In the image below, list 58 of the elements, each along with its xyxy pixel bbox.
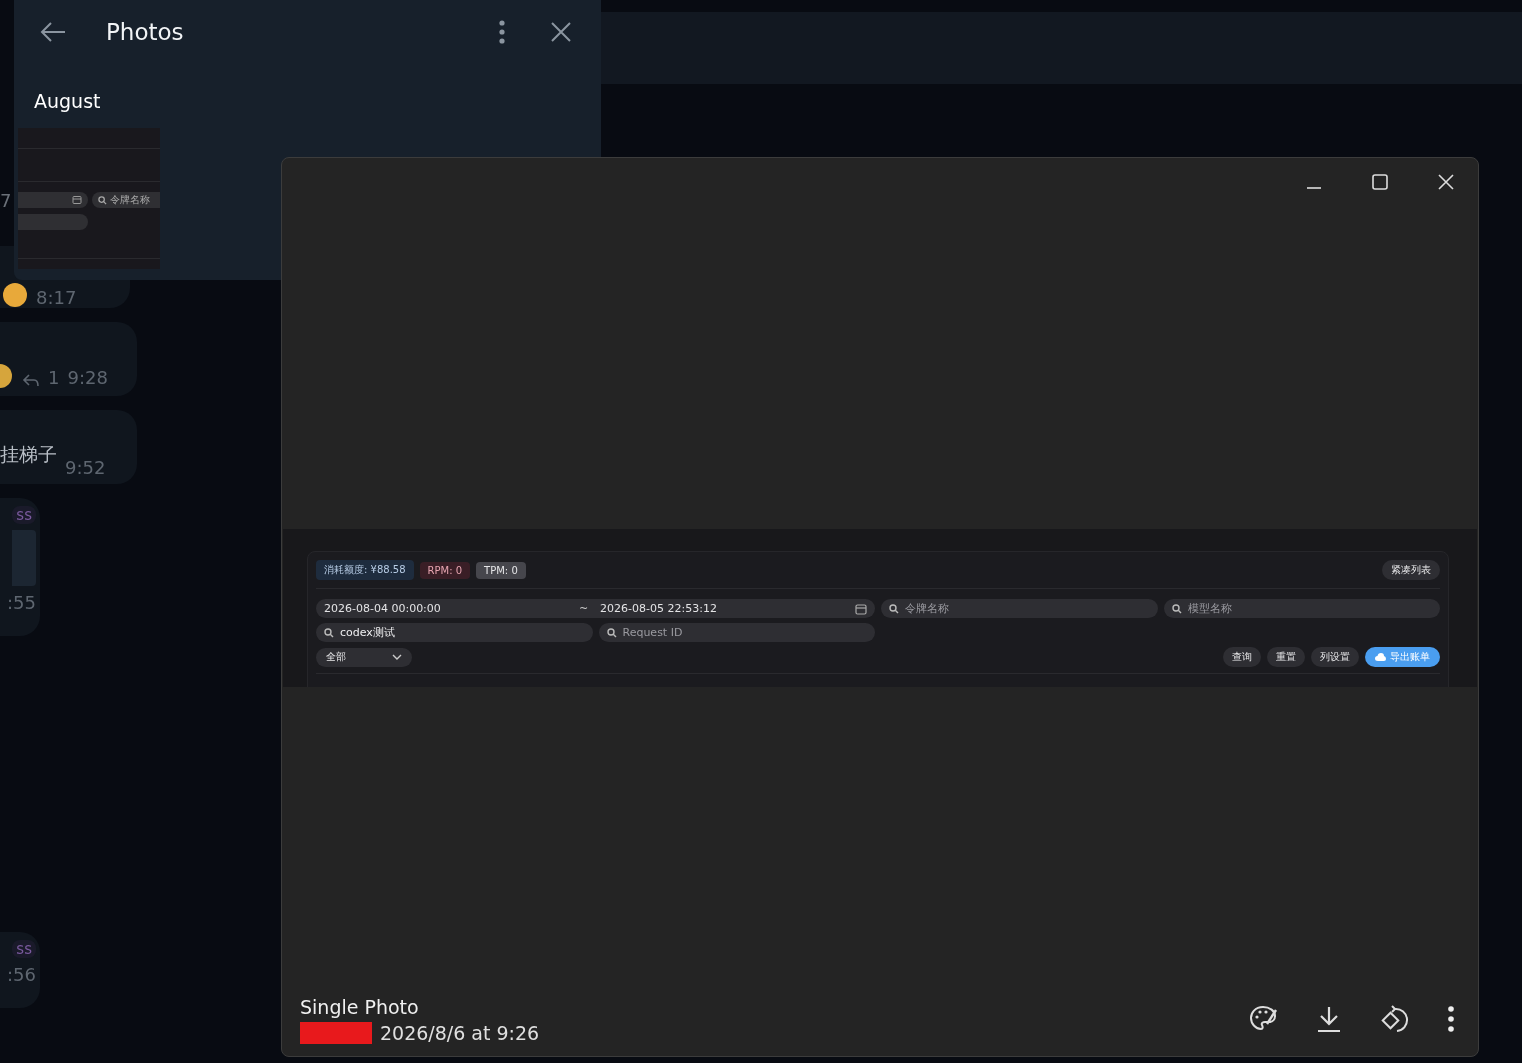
section-heading: August xyxy=(33,89,102,114)
message-fragment: 7 xyxy=(0,190,12,211)
photo-date: 2026/8/6 at 9:26 xyxy=(380,1022,540,1044)
status-select[interactable]: 全部 xyxy=(316,647,412,667)
calendar-icon xyxy=(72,195,82,205)
search-field[interactable]: Request ID xyxy=(598,623,875,642)
search-icon xyxy=(606,627,617,638)
message-time: 9:52 xyxy=(65,457,106,478)
redaction-block xyxy=(300,1022,372,1044)
chevron-icon xyxy=(392,654,402,660)
search-field[interactable]: 令牌名称 xyxy=(881,599,1158,618)
action-button[interactable]: 查询 xyxy=(1223,647,1261,667)
field-placeholder: 模型名称 xyxy=(1187,601,1232,616)
stat-badge: RPM: 0 xyxy=(419,561,471,579)
panel-title: Photos xyxy=(106,19,185,45)
emoji-icon xyxy=(0,364,14,388)
search-field xyxy=(18,214,88,230)
tag-label: ss xyxy=(12,506,36,524)
search-field[interactable]: codex测试 xyxy=(316,623,593,642)
calendar-icon xyxy=(855,602,867,615)
reply-icon xyxy=(22,374,40,388)
reply-count: 1 xyxy=(48,367,60,388)
date-start: 2026-08-04 00:00:00 xyxy=(324,602,441,615)
field-placeholder: 令牌名称 xyxy=(110,193,150,207)
message-text: 挂梯子 xyxy=(0,442,57,467)
stat-badge: TPM: 0 xyxy=(476,561,526,579)
maximize-icon[interactable] xyxy=(1372,174,1388,190)
field-placeholder: 令牌名称 xyxy=(905,601,949,616)
photo-thumbnail[interactable]: 令牌名称 xyxy=(18,128,160,269)
search-icon xyxy=(889,603,899,614)
date-end: 2026-08-05 22:53:12 xyxy=(600,602,717,615)
stat-badge: 消耗额度: ¥88.58 xyxy=(316,560,414,580)
search-icon xyxy=(1171,603,1182,614)
tag-label: ss xyxy=(12,940,36,958)
message-time: :56 xyxy=(7,964,36,985)
message-time: 8:17 xyxy=(36,289,77,308)
message-time: 9:28 xyxy=(67,367,108,388)
field-value: codex测试 xyxy=(340,625,395,640)
compact-list-button[interactable]: 紧凑列表 xyxy=(1382,560,1440,580)
action-button[interactable]: 列设置 xyxy=(1311,647,1359,667)
date-separator: ~ xyxy=(578,602,589,615)
date-range-field[interactable]: 2026-08-04 00:00:00 ~ 2026-08-05 22:53:12 xyxy=(316,599,875,618)
action-button[interactable]: 重置 xyxy=(1267,647,1305,667)
cloud-icon xyxy=(1375,652,1386,662)
back-icon[interactable] xyxy=(40,21,66,43)
select-value: 全部 xyxy=(326,650,346,664)
rotate-icon[interactable] xyxy=(1380,1004,1410,1034)
emoji-icon xyxy=(2,282,28,308)
search-field[interactable]: 模型名称 xyxy=(1163,599,1440,618)
search-icon xyxy=(324,627,334,638)
download-icon[interactable] xyxy=(1316,1005,1342,1033)
photo-title: Single Photo xyxy=(300,996,420,1018)
field-placeholder: Request ID xyxy=(622,626,683,639)
message-time: :55 xyxy=(7,592,36,613)
more-icon[interactable] xyxy=(1448,1006,1454,1032)
search-icon xyxy=(98,195,107,205)
more-icon[interactable] xyxy=(499,20,505,44)
close-icon[interactable] xyxy=(551,22,571,42)
